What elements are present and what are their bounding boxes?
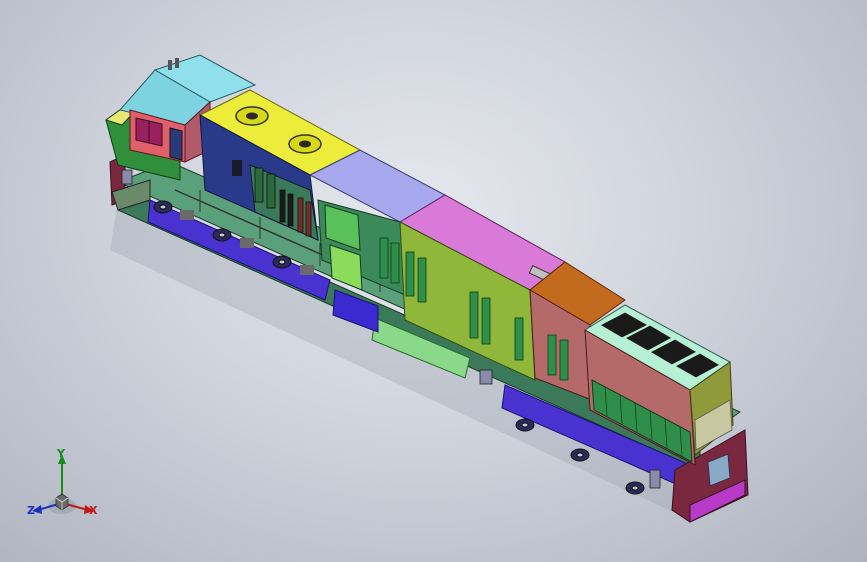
locomotive-model[interactable]	[0, 0, 867, 562]
axis-triad[interactable]: Y X Z	[22, 448, 108, 524]
access-door	[232, 160, 242, 176]
x-axis-label: X	[89, 504, 98, 517]
step-icon	[479, 369, 493, 385]
step-icon	[649, 469, 661, 489]
cab-door	[169, 127, 183, 161]
cad-viewport[interactable]: Y X Z	[0, 0, 867, 562]
y-axis-label: Y	[57, 447, 65, 460]
step-icon	[121, 169, 133, 185]
z-axis-label: Z	[27, 504, 35, 517]
